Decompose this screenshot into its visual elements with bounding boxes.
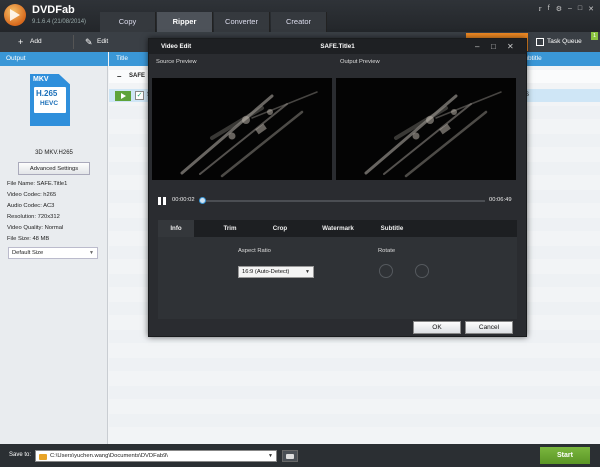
save-path-field[interactable]: C:\Users\yuchen.wang\Documents\DVDFab9\ … <box>35 450 277 462</box>
close-icon[interactable]: ✕ <box>507 39 514 54</box>
minimize-icon[interactable]: – <box>568 5 572 13</box>
list-item <box>109 414 600 427</box>
tab-ripper[interactable]: Ripper <box>157 12 213 32</box>
chevron-down-icon: ▼ <box>89 250 94 256</box>
tab-watermark[interactable]: Watermark <box>310 220 366 237</box>
aspect-ratio-label: Aspect Ratio <box>238 248 271 254</box>
maximize-icon[interactable]: □ <box>578 5 582 13</box>
subtitle-column-header[interactable]: Subtitle <box>520 52 600 66</box>
aspect-ratio-value: 16:9 (Auto-Detect) <box>242 269 290 275</box>
list-item <box>109 386 600 399</box>
start-button[interactable]: Start <box>540 447 590 464</box>
output-video-frame <box>336 78 516 180</box>
tab-trim[interactable]: Trim <box>212 220 248 237</box>
add-button[interactable]: + Add <box>16 35 42 49</box>
aspect-ratio-dropdown[interactable]: 16:9 (Auto-Detect) ▼ <box>238 266 314 278</box>
advanced-settings-button[interactable]: Advanced Settings <box>18 162 90 175</box>
collapse-icon[interactable]: – <box>117 70 121 83</box>
seek-handle[interactable] <box>199 197 207 204</box>
output-preview <box>336 78 516 180</box>
edit-icon: ✎ <box>85 37 93 47</box>
output-preview-label: Output Preview <box>340 59 380 65</box>
profile-badge-sub: HEVC <box>40 100 59 107</box>
rotate-right-icon[interactable] <box>415 264 429 278</box>
dvdfab-logo-icon <box>4 4 26 26</box>
seek-bar[interactable] <box>201 200 485 202</box>
twitter-icon[interactable]: 𝕣 <box>538 5 541 13</box>
plus-icon: + <box>18 37 24 47</box>
profile-name: 3D MKV.H265 <box>35 150 73 156</box>
info-file-size: File Size: 48 MB <box>7 236 50 242</box>
total-time: 00:06:49 <box>489 197 512 203</box>
app-version: 9.1.6.4 (21/08/2014) <box>32 19 87 25</box>
source-preview <box>152 78 332 180</box>
tab-crop[interactable]: Crop <box>262 220 298 237</box>
close-icon[interactable]: ✕ <box>588 5 594 13</box>
maximize-icon[interactable]: □ <box>491 39 496 54</box>
size-dropdown-value: Default Size <box>12 250 44 256</box>
bottom-bar: Save to: C:\Users\yuchen.wang\Documents\… <box>0 444 600 467</box>
app-name: DVDFab <box>32 4 75 16</box>
task-count-badge: 1 <box>591 32 598 40</box>
task-queue-button[interactable]: Task Queue 1 <box>530 32 600 51</box>
output-panel: MKV H.265 HEVC 3D MKV.H265 Advanced Sett… <box>0 66 108 444</box>
info-tab-panel <box>158 237 517 319</box>
edit-tabs: Info Trim Crop Watermark Subtitle <box>158 220 517 237</box>
dialog-title: SAFE.Title1 <box>320 43 355 50</box>
add-label: Add <box>30 38 42 45</box>
save-path-value: C:\Users\yuchen.wang\Documents\DVDFab9\ <box>50 453 168 459</box>
profile-badge-codec: H.265 <box>36 89 58 98</box>
playback-controls: 00:00:02 00:06:49 <box>149 194 526 208</box>
title-bar: DVDFab 9.1.6.4 (21/08/2014) Copy Ripper … <box>0 0 600 32</box>
tab-copy[interactable]: Copy <box>100 12 156 32</box>
edit-button[interactable]: ✎ Edit <box>83 35 108 49</box>
play-icon[interactable] <box>115 91 131 101</box>
rotate-left-icon[interactable] <box>379 264 393 278</box>
minimize-icon[interactable]: – <box>475 39 479 54</box>
list-item <box>109 358 600 371</box>
tab-converter[interactable]: Converter <box>214 12 270 32</box>
folder-icon <box>39 454 47 460</box>
rotate-label: Rotate <box>378 248 396 254</box>
cancel-button[interactable]: Cancel <box>465 321 513 334</box>
dialog-header: SAFE.Title1 Video Edit – □ ✕ <box>149 39 526 54</box>
settings-icon[interactable]: ⚙ <box>556 5 562 13</box>
facebook-icon[interactable]: f <box>548 5 550 13</box>
edit-label: Edit <box>97 38 109 45</box>
task-queue-icon <box>536 38 544 46</box>
source-video-frame <box>152 78 332 180</box>
title-checkbox[interactable]: ✓ <box>135 91 144 100</box>
size-dropdown[interactable]: Default Size ▼ <box>8 247 98 259</box>
video-edit-dialog: SAFE.Title1 Video Edit – □ ✕ Source Prev… <box>148 38 527 337</box>
info-audio-codec: Audio Codec: AC3 <box>7 203 55 209</box>
dialog-name: Video Edit <box>161 43 192 50</box>
save-to-label: Save to: <box>9 452 32 458</box>
title-group-label: SAFE <box>129 73 146 79</box>
tab-creator[interactable]: Creator <box>271 12 327 32</box>
info-video-codec: Video Codec: h265 <box>7 192 57 198</box>
chevron-down-icon: ▼ <box>305 269 310 275</box>
tab-subtitle[interactable]: Subtitle <box>373 220 411 237</box>
info-file-name: File Name: SAFE.Title1 <box>7 181 68 187</box>
window-controls: 𝕣 f ⚙ – □ ✕ <box>538 5 594 13</box>
tab-info[interactable]: Info <box>158 220 194 237</box>
chevron-down-icon[interactable]: ▼ <box>268 451 273 462</box>
pause-icon[interactable] <box>158 197 166 205</box>
browse-folder-button[interactable] <box>282 450 298 462</box>
toolbar-divider <box>73 35 74 49</box>
ok-button[interactable]: OK <box>413 321 461 334</box>
source-preview-label: Source Preview <box>156 59 197 65</box>
current-time: 00:00:02 <box>172 197 195 203</box>
task-queue-label: Task Queue <box>547 38 582 45</box>
info-video-quality: Video Quality: Normal <box>7 225 64 231</box>
info-resolution: Resolution: 720x312 <box>7 214 60 220</box>
output-column-header: Output <box>0 52 108 66</box>
profile-badge-format: MKV <box>33 76 49 83</box>
